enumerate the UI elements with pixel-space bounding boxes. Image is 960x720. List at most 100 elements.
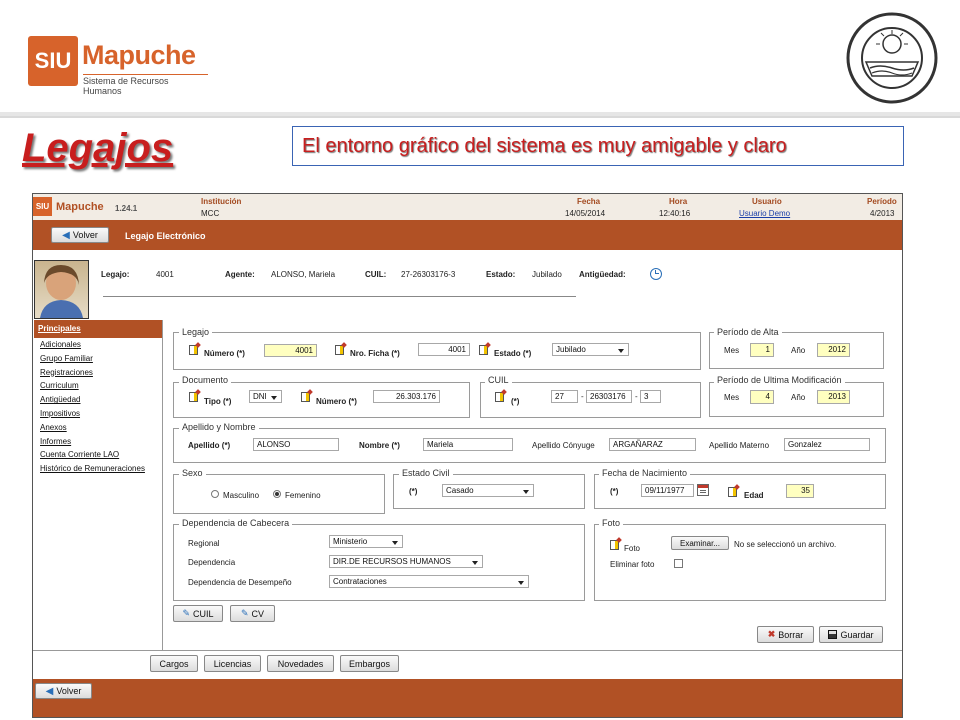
eliminar-foto-checkbox[interactable]: [674, 559, 683, 568]
regional-select[interactable]: Ministerio: [329, 535, 403, 548]
sidebar-item-impositivos[interactable]: Impositivos: [34, 407, 162, 421]
institucion-value: MCC: [201, 209, 220, 218]
estado-civil-label: (*): [409, 487, 418, 496]
subtitle-box: El entorno gráfico del sistema es muy am…: [292, 126, 904, 166]
modif-anio-label: Año: [791, 393, 806, 402]
legend-legajo: Legajo: [179, 327, 213, 337]
nro-ficha-label: Nro. Ficha (*): [350, 349, 400, 358]
sidebar-item-historico-remuneraciones[interactable]: Histórico de Remuneraciones: [34, 462, 162, 476]
no-file-text: No se seleccionó un archivo.: [734, 540, 837, 549]
materno-label: Apellido Materno: [709, 441, 770, 450]
calendar-icon[interactable]: [697, 484, 709, 496]
periodo-label: Período: [867, 197, 897, 206]
cuil-button[interactable]: ✎ CUIL: [173, 605, 223, 622]
edad-input[interactable]: 35: [786, 484, 814, 498]
cuil-value: 27-26303176-3: [401, 270, 456, 279]
delete-x-icon: ✖: [767, 629, 776, 639]
bottom-divider: [33, 650, 902, 651]
antiguedad-label: Antigüedad:: [579, 270, 626, 279]
dependencia-select[interactable]: DIR.DE RECURSOS HUMANOS: [329, 555, 483, 568]
app-footer-bar: ◀ Volver: [33, 679, 902, 717]
sidebar-item-adicionales[interactable]: Adicionales: [34, 338, 162, 352]
estado-select[interactable]: Jubilado: [552, 343, 629, 356]
materno-input[interactable]: Gonzalez: [784, 438, 870, 451]
alta-mes-label: Mes: [724, 346, 740, 355]
note-icon[interactable]: [301, 392, 310, 402]
note-icon[interactable]: [335, 345, 344, 355]
note-icon[interactable]: [189, 392, 198, 402]
toolbar-title: Legajo Electrónico: [125, 231, 206, 241]
guardar-button[interactable]: Guardar: [819, 626, 883, 643]
numero-input[interactable]: 4001: [264, 344, 317, 357]
back-button[interactable]: ◀ Volver: [51, 227, 109, 243]
dependencia-label: Dependencia: [188, 558, 236, 567]
pencil-icon: ✎: [182, 608, 191, 618]
sidebar: Principales Adicionales Grupo Familiar R…: [34, 320, 162, 650]
note-icon[interactable]: [728, 487, 737, 497]
cuil-number-input[interactable]: 26303176: [586, 390, 632, 403]
back-arrow-icon: ◀: [62, 229, 70, 241]
cv-button[interactable]: ✎ CV: [230, 605, 275, 622]
licencias-button[interactable]: Licencias: [204, 655, 261, 672]
legend-estado-civil: Estado Civil: [399, 468, 453, 478]
sidebar-header[interactable]: Principales: [34, 320, 162, 338]
alta-anio-input[interactable]: 2012: [817, 343, 850, 357]
cargos-button[interactable]: Cargos: [150, 655, 198, 672]
estado-civil-select[interactable]: Casado: [442, 484, 534, 497]
note-icon[interactable]: [610, 540, 619, 550]
app-window: SIU Mapuche 1.24.1 Institución MCC Fecha…: [32, 193, 903, 718]
fecha-nac-input[interactable]: 09/11/1977: [641, 484, 694, 497]
cuil-prefix-input[interactable]: 27: [551, 390, 578, 403]
usuario-link[interactable]: Usuario Demo: [739, 209, 790, 218]
modif-anio-input[interactable]: 2013: [817, 390, 850, 404]
masculino-radio[interactable]: [211, 490, 219, 498]
cuil-check-input[interactable]: 3: [640, 390, 661, 403]
sidebar-item-cuenta-corriente-lao[interactable]: Cuenta Corriente LAO: [34, 448, 162, 462]
app-header: SIU Mapuche 1.24.1 Institución MCC Fecha…: [33, 194, 902, 220]
agente-label: Agente:: [225, 270, 255, 279]
sidebar-item-antiguedad[interactable]: Antigüedad: [34, 393, 162, 407]
employee-photo: [34, 260, 89, 319]
sidebar-item-grupo-familiar[interactable]: Grupo Familiar: [34, 352, 162, 366]
alta-anio-label: Año: [791, 346, 806, 355]
logo-name: Mapuche: [82, 40, 196, 70]
note-icon[interactable]: [495, 392, 504, 402]
borrar-button[interactable]: ✖ Borrar: [757, 626, 814, 643]
pencil-icon: ✎: [240, 608, 249, 618]
cuil-button-label: CUIL: [193, 608, 214, 619]
novedades-button[interactable]: Novedades: [267, 655, 334, 672]
legend-sexo: Sexo: [179, 468, 206, 478]
conyuge-input[interactable]: ARGAÑARAZ: [609, 438, 696, 451]
cuil-label: CUIL:: [365, 270, 387, 279]
legend-foto: Foto: [599, 518, 624, 528]
app-toolbar: ◀ Volver Legajo Electrónico: [33, 220, 902, 250]
sidebar-item-registraciones[interactable]: Registraciones: [34, 366, 162, 380]
tipo-select[interactable]: DNI: [249, 390, 282, 403]
back-button-label: Volver: [72, 230, 98, 240]
sidebar-item-curriculum[interactable]: Curriculum: [34, 379, 162, 393]
doc-numero-input[interactable]: 26.303.176: [373, 390, 440, 403]
person-photo-icon: [40, 265, 83, 318]
footer-back-button[interactable]: ◀ Volver: [35, 683, 92, 699]
embargos-button[interactable]: Embargos: [340, 655, 399, 672]
desempeno-select[interactable]: Contrataciones: [329, 575, 529, 588]
legajo-value: 4001: [156, 270, 174, 279]
apellido-input[interactable]: ALONSO: [253, 438, 339, 451]
clock-icon[interactable]: [650, 268, 662, 280]
sidebar-item-anexos[interactable]: Anexos: [34, 421, 162, 435]
examinar-button[interactable]: Examinar...: [671, 536, 729, 550]
apellido-label: Apellido (*): [188, 441, 231, 450]
slide-subtitle: El entorno gráfico del sistema es muy am…: [302, 134, 787, 157]
alta-mes-input[interactable]: 1: [750, 343, 774, 357]
sidebar-item-informes[interactable]: Informes: [34, 435, 162, 449]
desempeno-label: Dependencia de Desempeño: [188, 578, 292, 587]
nombre-input[interactable]: Mariela: [423, 438, 513, 451]
fecha-nac-label: (*): [610, 487, 619, 496]
borrar-button-label: Borrar: [778, 629, 804, 640]
note-icon[interactable]: [479, 345, 488, 355]
nro-ficha-input[interactable]: 4001: [418, 343, 470, 356]
femenino-radio[interactable]: [273, 490, 281, 498]
note-icon[interactable]: [189, 345, 198, 355]
save-disk-icon: [828, 630, 838, 639]
modif-mes-input[interactable]: 4: [750, 390, 774, 404]
